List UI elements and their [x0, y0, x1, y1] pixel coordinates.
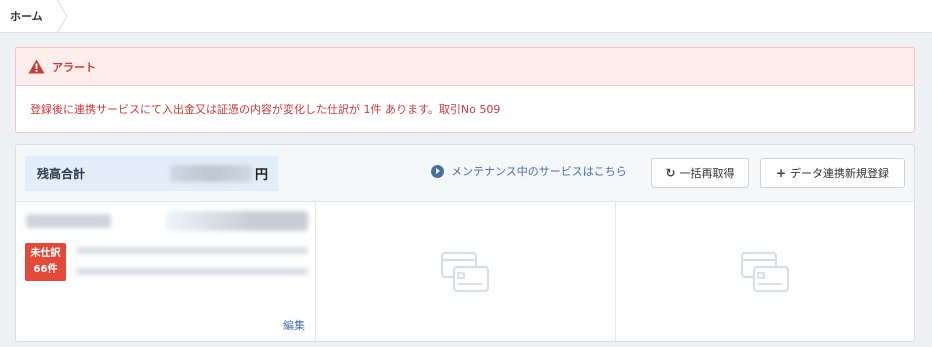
- warning-icon: [28, 59, 45, 74]
- panel-header: 残高合計 円 メンテナンス中のサービスはこちら ↻ 一括再取得 + データ連携新…: [16, 145, 914, 202]
- alert-panel: アラート 登録後に連携サービスにて入出金又は証憑の内容が変化した仕訳が 1件 あ…: [15, 47, 915, 133]
- alert-header: アラート: [16, 48, 914, 86]
- play-circle-icon: [431, 164, 444, 178]
- card-placeholder-icon: [740, 251, 790, 292]
- breadcrumb-separator-icon: [56, 0, 68, 33]
- alert-message: 登録後に連携サービスにて入出金又は証憑の内容が変化した仕訳が 1件 あります。取…: [30, 103, 501, 116]
- plus-icon: +: [775, 166, 787, 180]
- edit-link[interactable]: 編集: [283, 317, 305, 333]
- maintenance-link-label: メンテナンス中のサービスはこちら: [451, 165, 627, 178]
- add-connection-button[interactable]: + データ連携新規登録: [760, 158, 905, 188]
- alert-title: アラート: [52, 60, 96, 74]
- empty-card-slot[interactable]: [316, 202, 616, 341]
- balance-unit: 円: [255, 168, 269, 183]
- account-card[interactable]: 未仕訳 66件 編集: [16, 202, 316, 341]
- refresh-icon: ↻: [665, 166, 676, 180]
- balance-summary: 残高合計 円: [25, 156, 278, 191]
- data-connection-panel: 残高合計 円 メンテナンス中のサービスはこちら ↻ 一括再取得 + データ連携新…: [15, 144, 915, 342]
- maintenance-services-link[interactable]: メンテナンス中のサービスはこちら: [431, 163, 627, 179]
- balance-value-redacted: [170, 165, 252, 182]
- card-placeholder-icon: [440, 251, 489, 292]
- account-cards: 未仕訳 66件 編集: [16, 202, 914, 341]
- badge-label: 未仕訳: [30, 248, 61, 259]
- badge-count: 66件: [33, 264, 58, 275]
- transaction-line-redacted: [76, 247, 308, 254]
- refetch-button-label: 一括再取得: [679, 167, 735, 180]
- account-name-redacted: [26, 214, 111, 228]
- transaction-line-redacted: [76, 268, 308, 275]
- account-balance-redacted: [166, 211, 308, 231]
- breadcrumb-home[interactable]: ホーム: [0, 0, 61, 33]
- empty-card-slot[interactable]: [616, 202, 914, 341]
- unjournaled-badge[interactable]: 未仕訳 66件: [25, 243, 66, 281]
- add-button-label: データ連携新規登録: [790, 167, 890, 180]
- refetch-all-button[interactable]: ↻ 一括再取得: [651, 158, 749, 188]
- balance-label: 残高合計: [37, 167, 86, 181]
- breadcrumb: ホーム: [0, 0, 932, 33]
